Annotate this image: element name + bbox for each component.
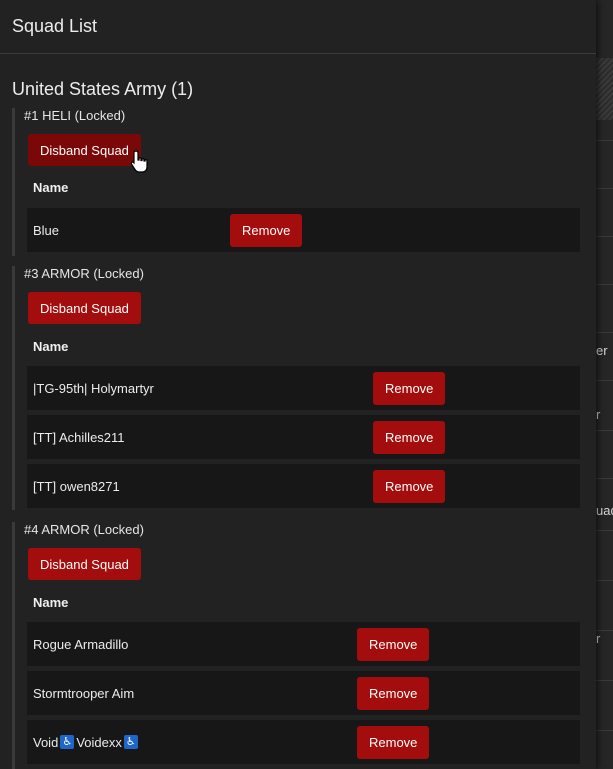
remove-member-button[interactable]: Remove xyxy=(373,470,446,503)
remove-member-button[interactable]: Remove xyxy=(373,372,446,405)
hand-cursor-icon xyxy=(130,150,148,173)
squad-title: #4 ARMOR (Locked) xyxy=(24,522,144,537)
member-name: Void ♿ Voidexx ♿ xyxy=(33,720,140,764)
member-name: Stormtrooper Aim xyxy=(33,685,135,701)
disband-squad-button[interactable]: Disband Squad xyxy=(28,134,141,166)
squad-list-modal: Squad List United States Army (1) #1 HEL… xyxy=(0,0,596,769)
member-name-part: Void xyxy=(33,734,59,750)
squad-card: #3 ARMOR (Locked) Disband Squad Name |TG… xyxy=(12,266,585,510)
member-row: [TT] owen8271 Remove xyxy=(27,464,580,508)
member-row: [TT] Achilles211 Remove xyxy=(27,415,580,459)
background-text-fragment: r xyxy=(596,407,601,422)
member-row: Stormtrooper Aim Remove xyxy=(27,671,580,715)
squad-title: #3 ARMOR (Locked) xyxy=(24,266,144,281)
member-row: Blue Remove xyxy=(27,208,580,252)
background-table-edge xyxy=(596,0,613,769)
squad-card: #4 ARMOR (Locked) Disband Squad Name Rog… xyxy=(12,522,585,769)
member-name: |TG-95th| Holymartyr xyxy=(33,380,154,396)
squad-title: #1 HELI (Locked) xyxy=(24,108,126,123)
background-text-fragment: er xyxy=(596,343,608,358)
faction-title: United States Army (1) xyxy=(12,79,194,99)
remove-member-button[interactable]: Remove xyxy=(373,421,446,454)
remove-member-button[interactable]: Remove xyxy=(357,628,430,661)
member-name-part: Voidexx xyxy=(76,734,122,750)
background-stripe xyxy=(596,58,613,120)
disband-squad-button[interactable]: Disband Squad xyxy=(28,548,141,580)
remove-member-button[interactable]: Remove xyxy=(357,677,430,710)
member-name: Blue xyxy=(33,222,60,238)
member-row: |TG-95th| Holymartyr Remove xyxy=(27,366,580,410)
modal-title: Squad List xyxy=(12,16,98,36)
remove-member-button[interactable]: Remove xyxy=(357,726,430,759)
name-column-header: Name xyxy=(33,595,69,610)
name-column-header: Name xyxy=(33,180,69,195)
background-text-fragment: uad xyxy=(596,503,613,518)
member-name: Rogue Armadillo xyxy=(33,636,129,652)
modal-header: Squad List xyxy=(0,0,596,54)
background-text-fragment: r xyxy=(596,631,601,646)
member-name: [TT] owen8271 xyxy=(33,478,120,494)
accessibility-icon: ♿ xyxy=(60,735,75,749)
member-row: Rogue Armadillo Remove xyxy=(27,622,580,666)
disband-squad-button[interactable]: Disband Squad xyxy=(28,292,141,324)
member-name: [TT] Achilles211 xyxy=(33,429,125,445)
accessibility-icon: ♿ xyxy=(123,735,138,749)
name-column-header: Name xyxy=(33,339,69,354)
remove-member-button[interactable]: Remove xyxy=(230,214,303,247)
member-row: Void ♿ Voidexx ♿ Remove xyxy=(27,720,580,764)
squad-card: #1 HELI (Locked) Disband Squad Name Blue… xyxy=(12,108,585,256)
